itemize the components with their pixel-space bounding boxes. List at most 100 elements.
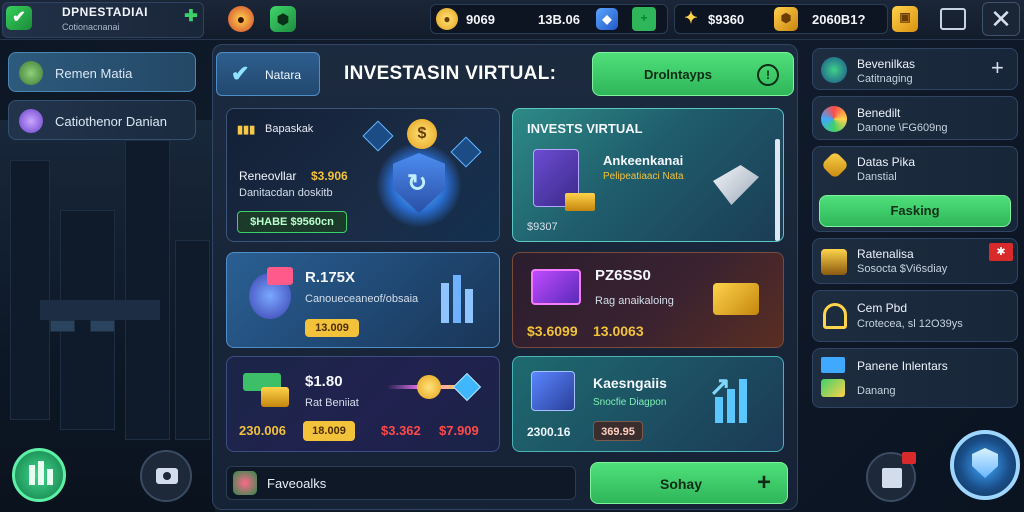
resource-value-4: 2060B1? xyxy=(812,12,866,27)
main-menu-button[interactable] xyxy=(950,430,1020,500)
sidebar-item-2[interactable]: Catiothenor Danian xyxy=(8,100,196,140)
featured-line1-label: Reneovllar xyxy=(239,169,297,183)
r2-title: PZ6SS0 xyxy=(595,267,651,284)
bottom-action-button[interactable]: Sohay + xyxy=(590,462,788,504)
game-subtitle: Cotionacnanai xyxy=(62,22,120,32)
growth-bar-icon-3 xyxy=(739,379,747,423)
cube-icon xyxy=(531,371,575,411)
avatar-icon xyxy=(19,61,43,85)
medal-icon[interactable]: ● xyxy=(228,6,254,32)
featured-badge: $HABE $9560cn xyxy=(237,211,347,233)
right-item-sub: Catitnaging xyxy=(857,73,913,85)
invest-card[interactable]: INVESTS VIRTUAL Ankeenkanai Pelipeatiaac… xyxy=(512,108,784,242)
card-r4[interactable]: Kaesngaiis Snocfie Diagpon 2300.16 369.9… xyxy=(512,356,784,452)
right-item-title: Bevenilkas xyxy=(857,57,916,71)
game-title: DPNESTADIAI xyxy=(62,5,148,19)
top-action-label: Drolntayps xyxy=(644,67,712,82)
chart-bar-icon xyxy=(441,283,449,323)
info-icon: ! xyxy=(757,64,779,86)
diamond-icon xyxy=(362,120,394,152)
bottom-label: Faveoalks xyxy=(267,476,327,491)
blue-gem-icon xyxy=(452,372,482,402)
shield-badge-icon[interactable]: ⬢ xyxy=(270,6,296,32)
card-icon xyxy=(821,357,845,373)
coin-icon: ● xyxy=(436,8,458,30)
right-item-1[interactable]: Bevenilkas Catitnaging + xyxy=(812,48,1018,90)
lock-icon xyxy=(823,303,847,329)
gold-orb-icon xyxy=(417,375,441,399)
stats-button[interactable] xyxy=(12,448,66,502)
inventory-icon[interactable] xyxy=(940,8,966,30)
bottom-info-bar[interactable]: Faveoalks xyxy=(226,466,576,500)
cart-icon xyxy=(267,267,293,285)
camera-button[interactable] xyxy=(140,450,192,502)
panel-title: INVESTASIN VIRTUAL: xyxy=(344,63,557,84)
featured-line2: Danitacdan doskitb xyxy=(239,187,333,199)
r4-title: Kaesngaiis xyxy=(593,375,667,391)
r1-title: R.175X xyxy=(305,269,356,286)
alert-badge-icon: ✱ xyxy=(989,243,1013,261)
emblem-icon xyxy=(972,448,998,478)
r3-title: $1.80 xyxy=(305,373,343,390)
r4-value2: 369.95 xyxy=(593,421,643,441)
chart-bar-icon-2 xyxy=(453,275,461,323)
r2-value2: 13.0063 xyxy=(593,323,644,339)
featured-card[interactable]: ▮▮▮ Bapaskak Reneovllar $3.906 Danitacda… xyxy=(226,108,500,242)
puzzle-icon[interactable]: ✚ xyxy=(180,6,202,28)
card-r1[interactable]: R.175X Canoueceaneof/obsaia 13.009 xyxy=(226,252,500,348)
tab-natara[interactable]: ✔ Natara xyxy=(216,52,320,96)
right-item-2[interactable]: Benedilt Danone \FG609ng xyxy=(812,96,1018,140)
invest-item-sub: Pelipeatiaaci Nata xyxy=(603,171,684,182)
right-item-title: Benedilt xyxy=(857,106,901,120)
top-action-button[interactable]: Drolntayps ! xyxy=(592,52,794,96)
r3-value1: 230.006 xyxy=(239,423,286,438)
right-item-3[interactable]: Datas Pika Danstial Fasking xyxy=(812,146,1018,232)
checkmark-logo-icon: ✔ xyxy=(6,6,32,30)
trend-arrow-icon: ↗ xyxy=(709,371,731,401)
refresh-icon: ↻ xyxy=(407,170,428,197)
gold-crate-icon xyxy=(713,283,759,315)
terminal-icon xyxy=(531,269,581,305)
gold-chest-icon[interactable]: ▣ xyxy=(892,6,918,32)
right-item-6[interactable]: Panene Inlentars Danang xyxy=(812,348,1018,408)
right-item-sub: Crotecea, sl 12O39ys xyxy=(857,318,963,330)
resource-value-3: $9360 xyxy=(708,12,745,27)
right-item-title: Ratenalisa xyxy=(857,247,914,261)
right-item-button[interactable]: Fasking xyxy=(819,195,1011,227)
check-icon: ✔ xyxy=(231,61,250,86)
sidebar-item-label: Catiothenor Danian xyxy=(55,114,168,129)
add-resource-icon[interactable]: + xyxy=(632,7,656,31)
sidebar-item-1[interactable]: Remen Matia xyxy=(8,52,196,92)
dollar-coin-icon: $ xyxy=(407,119,437,149)
invest-value: $9307 xyxy=(527,221,558,233)
scrollbar[interactable] xyxy=(775,139,780,241)
right-item-4[interactable]: Ratenalisa Sosocta $Vi6sdiay ✱ xyxy=(812,238,1018,284)
shop-button[interactable] xyxy=(866,452,916,502)
gift-icon xyxy=(233,471,257,495)
star-coin-icon: ✦ xyxy=(684,10,698,27)
plus-icon: + xyxy=(757,469,772,496)
featured-header: Bapaskak xyxy=(265,123,314,135)
envelope-icon xyxy=(713,165,759,205)
r1-sub: Canoueceaneof/obsaia xyxy=(305,293,419,305)
invest-item-title: Ankeenkanai xyxy=(603,153,684,168)
compass-icon xyxy=(821,57,847,83)
r2-sub: Rag anaikaloing xyxy=(595,295,674,307)
bars-icon: ▮▮▮ xyxy=(237,124,256,136)
r2-value1: $3.6099 xyxy=(527,323,578,339)
right-item-sub: Danang xyxy=(857,385,896,397)
card-r3[interactable]: $1.80 Rat Beniiat 230.006 18.009 $3.362 … xyxy=(226,356,500,452)
right-item-5[interactable]: Cem Pbd Crotecea, sl 12O39ys xyxy=(812,290,1018,342)
right-item-title: Panene Inlentars xyxy=(857,359,948,373)
resource-value-1: 9069 xyxy=(466,12,495,27)
right-item-sub: Danstial xyxy=(857,171,897,183)
gold-hex-icon: ⬢ xyxy=(774,7,798,31)
r3-value3: $3.362 xyxy=(381,423,421,438)
add-icon[interactable]: + xyxy=(991,55,1004,81)
card-r2[interactable]: PZ6SS0 Rag anaikaloing $3.6099 13.0063 xyxy=(512,252,784,348)
close-button[interactable]: ✕ xyxy=(982,2,1020,36)
r4-value1: 2300.16 xyxy=(527,425,571,439)
bottom-action-label: Sohay xyxy=(659,476,702,492)
orb-icon xyxy=(19,109,43,133)
right-item-sub: Sosocta $Vi6sdiay xyxy=(857,263,948,275)
